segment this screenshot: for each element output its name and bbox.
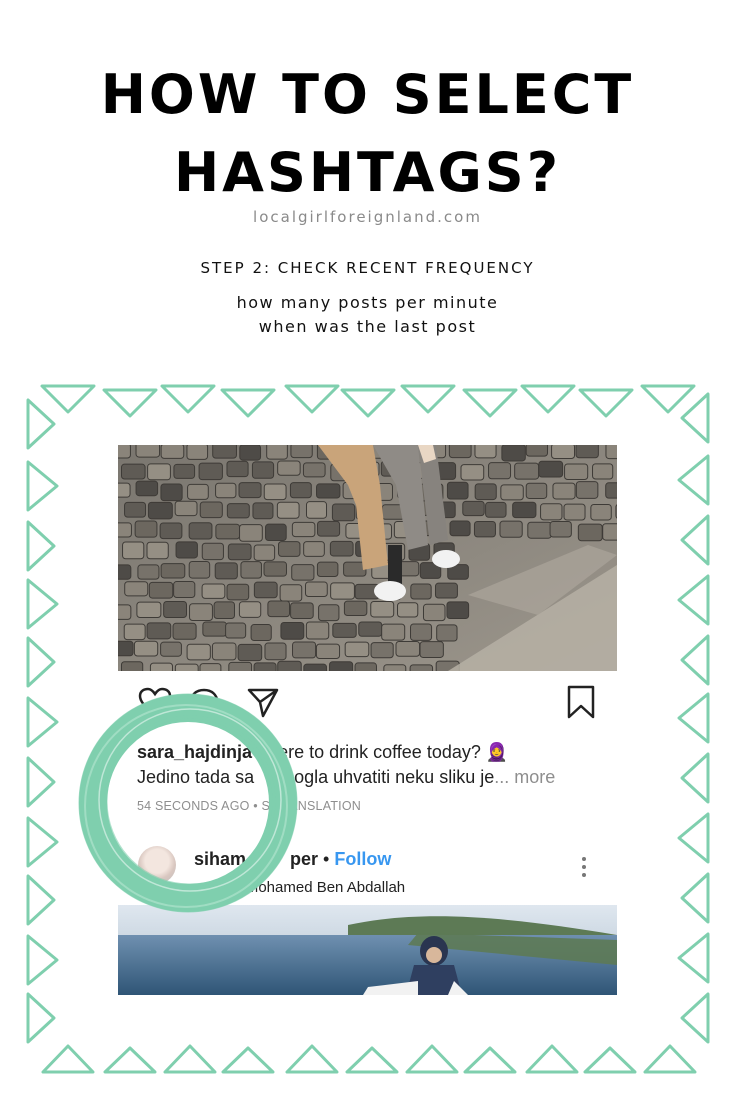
highlight-circle xyxy=(78,693,298,913)
